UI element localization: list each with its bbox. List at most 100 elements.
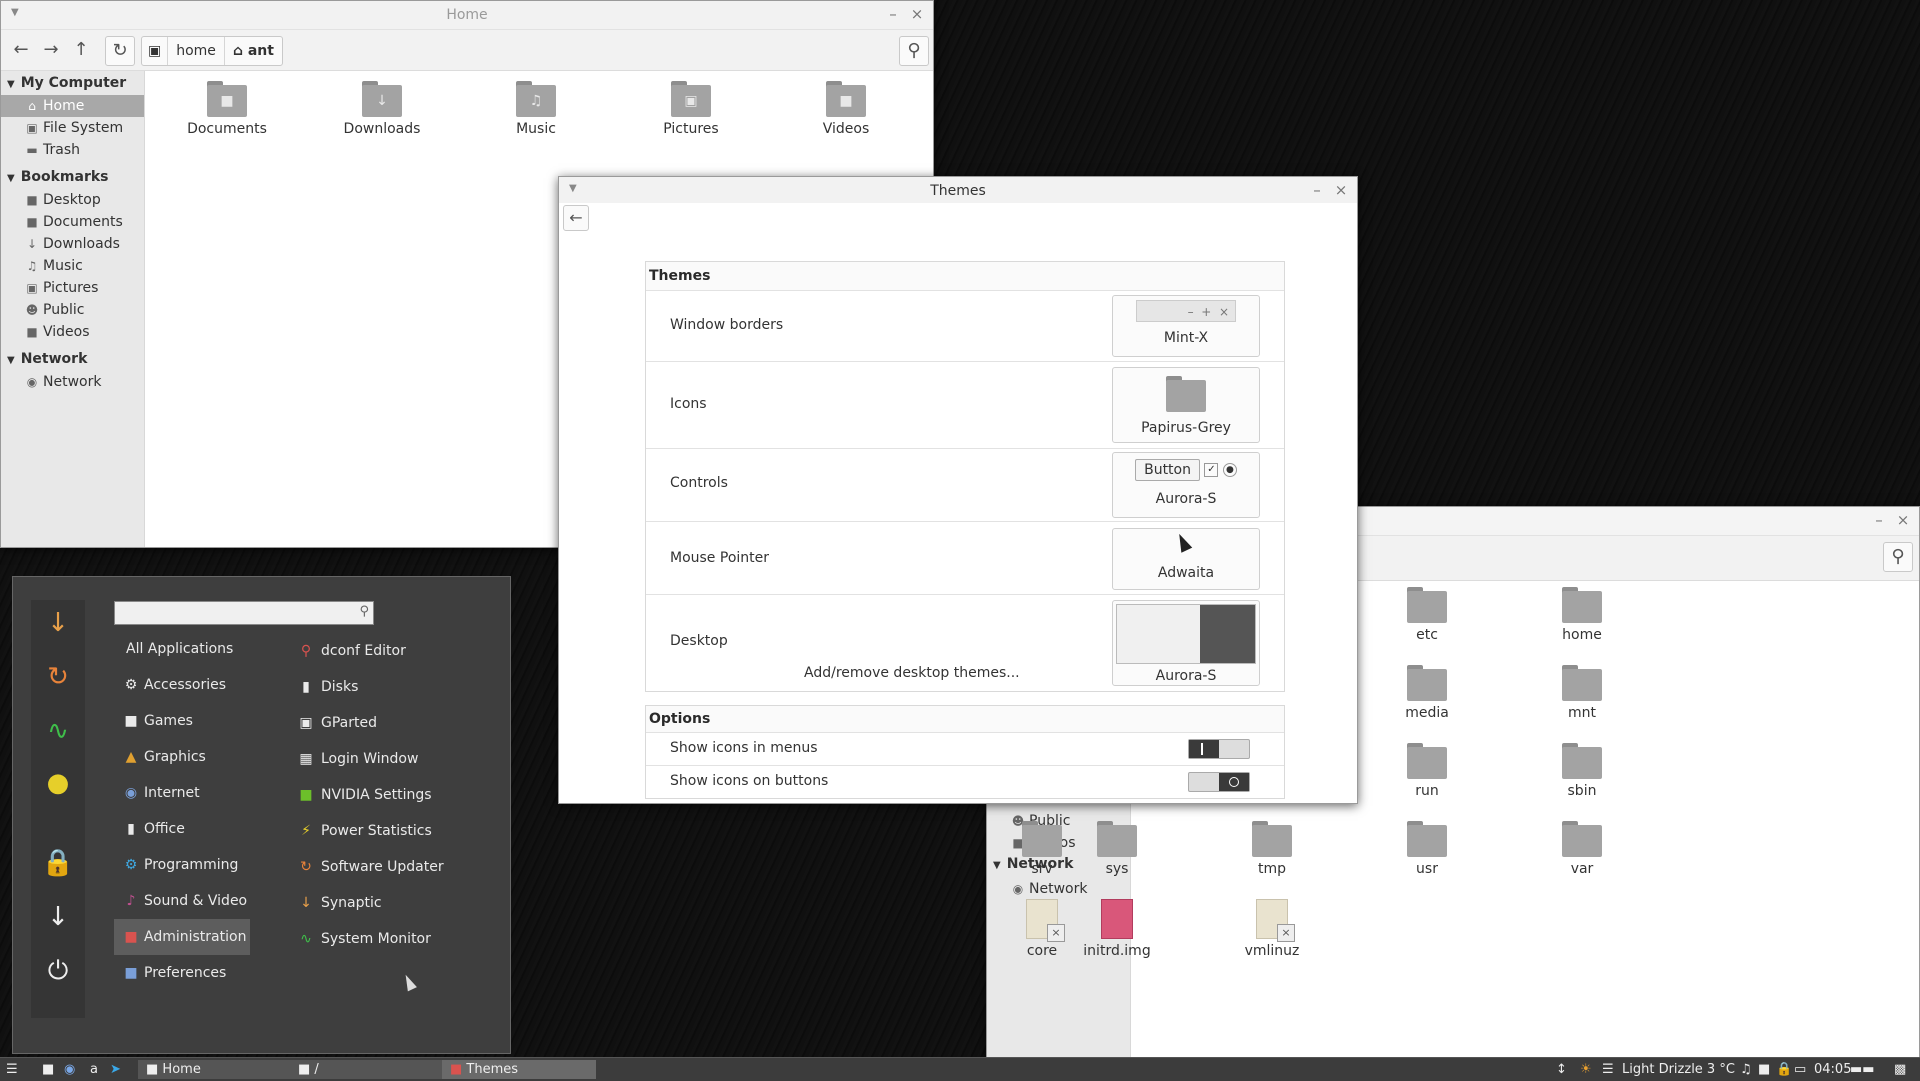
minimize-icon[interactable]: –: [885, 4, 901, 24]
keyboard-icon[interactable]: ■: [1758, 1058, 1770, 1081]
breadcrumb-home[interactable]: home: [168, 37, 225, 65]
category-graphics[interactable]: ▲ Graphics: [114, 739, 250, 775]
sidebar-network-header[interactable]: ▼ Network: [1, 347, 144, 371]
app-software-updater[interactable]: ↻ Software Updater: [295, 849, 444, 885]
telegram-launcher-icon[interactable]: ➤: [110, 1058, 121, 1081]
network-arrows-icon[interactable]: ↕: [1556, 1058, 1567, 1081]
file-item[interactable]: sys: [1052, 821, 1182, 877]
category-preferences[interactable]: ■ Preferences: [114, 955, 250, 991]
lock-icon[interactable]: 🔒: [1776, 1058, 1792, 1081]
add-remove-desktop-themes-link[interactable]: Add/remove desktop themes...: [804, 665, 1020, 681]
keepassx-icon[interactable]: ●: [31, 760, 85, 806]
task-root[interactable]: ■ /: [290, 1060, 444, 1079]
file-item[interactable]: etc: [1362, 587, 1492, 643]
power-icon[interactable]: ⏻: [31, 948, 85, 994]
close-icon[interactable]: ×: [1333, 180, 1349, 200]
search-icon[interactable]: ⚲: [1883, 542, 1913, 572]
minimize-icon[interactable]: –: [1871, 510, 1887, 530]
sidebar-item-pictures[interactable]: ▣ Pictures: [1, 277, 144, 299]
weather-menu-icon[interactable]: ☰: [1602, 1058, 1614, 1081]
app-disks[interactable]: ▮ Disks: [295, 669, 358, 705]
sidebar-item-videos[interactable]: ■Videos: [1, 321, 144, 343]
clock[interactable]: 04:05: [1814, 1058, 1851, 1081]
workspace-switcher-icon[interactable]: ▬▬: [1850, 1058, 1875, 1081]
folder-item-downloads[interactable]: ↓ Downloads: [317, 81, 447, 137]
file-item[interactable]: × vmlinuz: [1207, 899, 1337, 959]
forward-arrow-icon[interactable]: →: [37, 36, 65, 64]
menu-search-input[interactable]: ⚲: [114, 601, 374, 625]
sidebar-bookmarks-header[interactable]: ▼ Bookmarks: [1, 165, 144, 189]
sidebar-item-downloads[interactable]: ↓ Downloads: [1, 233, 144, 255]
sidebar-item-home[interactable]: ⌂ Home: [1, 95, 144, 117]
category-programming[interactable]: ⚙ Programming: [114, 847, 250, 883]
sidebar-item-file-system[interactable]: ▣ File System: [1, 117, 144, 139]
menu-launcher-icon[interactable]: ☰: [6, 1058, 18, 1081]
category-accessories[interactable]: ⚙ Accessories: [114, 667, 250, 703]
category-games[interactable]: ■ Games: [114, 703, 250, 739]
sidebar-item-network[interactable]: ◉ Network: [987, 878, 1130, 900]
lock-icon[interactable]: 🔒: [31, 840, 85, 886]
window-borders-chooser[interactable]: – + × Mint-X: [1112, 295, 1260, 357]
app-power-statistics[interactable]: ⚡ Power Statistics: [295, 813, 432, 849]
show-desktop-icon[interactable]: ▩: [1894, 1058, 1906, 1081]
themes-titlebar[interactable]: ▼ Themes – ×: [559, 177, 1357, 203]
category-sound-video[interactable]: ♪ Sound & Video: [114, 883, 250, 919]
back-arrow-icon[interactable]: ←: [7, 36, 35, 64]
file-item[interactable]: tmp: [1207, 821, 1337, 877]
app-system-monitor[interactable]: ∿ System Monitor: [295, 921, 431, 957]
sidebar-item-trash[interactable]: ▬ Trash: [1, 139, 144, 161]
task-themes[interactable]: ■ Themes: [442, 1060, 596, 1079]
file-item[interactable]: mnt: [1517, 665, 1647, 721]
category-administration[interactable]: ■ Administration: [114, 919, 250, 955]
weather-sun-icon[interactable]: ☀: [1580, 1058, 1592, 1081]
desktop-chooser[interactable]: Aurora-S: [1112, 600, 1260, 686]
folder-item-videos[interactable]: ■ Videos: [781, 81, 911, 137]
sidebar-item-music[interactable]: ♫ Music: [1, 255, 144, 277]
software-updater-icon[interactable]: ↻: [31, 654, 85, 700]
app-nvidia-settings[interactable]: ■ NVIDIA Settings: [295, 777, 431, 813]
task-home[interactable]: ■ Home: [138, 1060, 292, 1079]
category-internet[interactable]: ◉ Internet: [114, 775, 250, 811]
icons-chooser[interactable]: Papirus-Grey: [1112, 367, 1260, 443]
logout-arrow-icon[interactable]: ↓: [31, 894, 85, 940]
synaptic-icon[interactable]: ↓: [31, 600, 85, 646]
drive-toggle-icon[interactable]: ▣: [142, 37, 169, 65]
display-icon[interactable]: ▭: [1794, 1058, 1806, 1081]
file-item[interactable]: initrd.img: [1052, 899, 1182, 959]
browser-launcher-icon[interactable]: ◉: [64, 1058, 75, 1081]
mouse-pointer-chooser[interactable]: Adwaita: [1112, 528, 1260, 590]
breadcrumb-ant[interactable]: ⌂ ant: [225, 37, 282, 65]
file-item[interactable]: var: [1517, 821, 1647, 877]
up-arrow-icon[interactable]: ↑: [67, 36, 95, 64]
home-titlebar[interactable]: ▼ Home – ×: [1, 1, 933, 30]
category-all-applications[interactable]: All Applications: [114, 631, 256, 667]
sidebar-my-computer-header[interactable]: ▼ My Computer: [1, 71, 144, 95]
file-item[interactable]: run: [1362, 743, 1492, 799]
close-icon[interactable]: ×: [909, 4, 925, 24]
system-monitor-icon[interactable]: ∿: [31, 708, 85, 754]
close-icon[interactable]: ×: [1895, 510, 1911, 530]
sidebar-item-desktop[interactable]: ■ Desktop: [1, 189, 144, 211]
sidebar-item-public[interactable]: ☻ Public: [1, 299, 144, 321]
weather-text[interactable]: Light Drizzle 3 °C: [1622, 1058, 1735, 1081]
sidebar-item-documents[interactable]: ■ Documents: [1, 211, 144, 233]
music-note-icon[interactable]: ♫: [1740, 1058, 1752, 1081]
folder-item-documents[interactable]: ■ Documents: [162, 81, 292, 137]
file-item[interactable]: usr: [1362, 821, 1492, 877]
show-icons-on-buttons-toggle[interactable]: [1188, 772, 1250, 792]
search-icon[interactable]: ⚲: [899, 36, 929, 66]
reload-icon[interactable]: ↻: [105, 36, 135, 66]
back-arrow-icon[interactable]: ←: [563, 205, 589, 231]
file-item[interactable]: sbin: [1517, 743, 1647, 799]
app-dconf-editor[interactable]: ⚲ dconf Editor: [295, 633, 406, 669]
app-login-window[interactable]: ▦ Login Window: [295, 741, 418, 777]
folder-item-pictures[interactable]: ▣ Pictures: [626, 81, 756, 137]
folder-item-music[interactable]: ♫ Music: [471, 81, 601, 137]
file-item[interactable]: media: [1362, 665, 1492, 721]
amazon-launcher-icon[interactable]: a: [90, 1058, 98, 1081]
sidebar-item-network[interactable]: ◉ Network: [1, 371, 144, 393]
file-item[interactable]: home: [1517, 587, 1647, 643]
app-synaptic[interactable]: ↓ Synaptic: [295, 885, 381, 921]
file-manager-launcher-icon[interactable]: ■: [42, 1058, 54, 1081]
controls-chooser[interactable]: Button ✓ ● Aurora-S: [1112, 452, 1260, 518]
